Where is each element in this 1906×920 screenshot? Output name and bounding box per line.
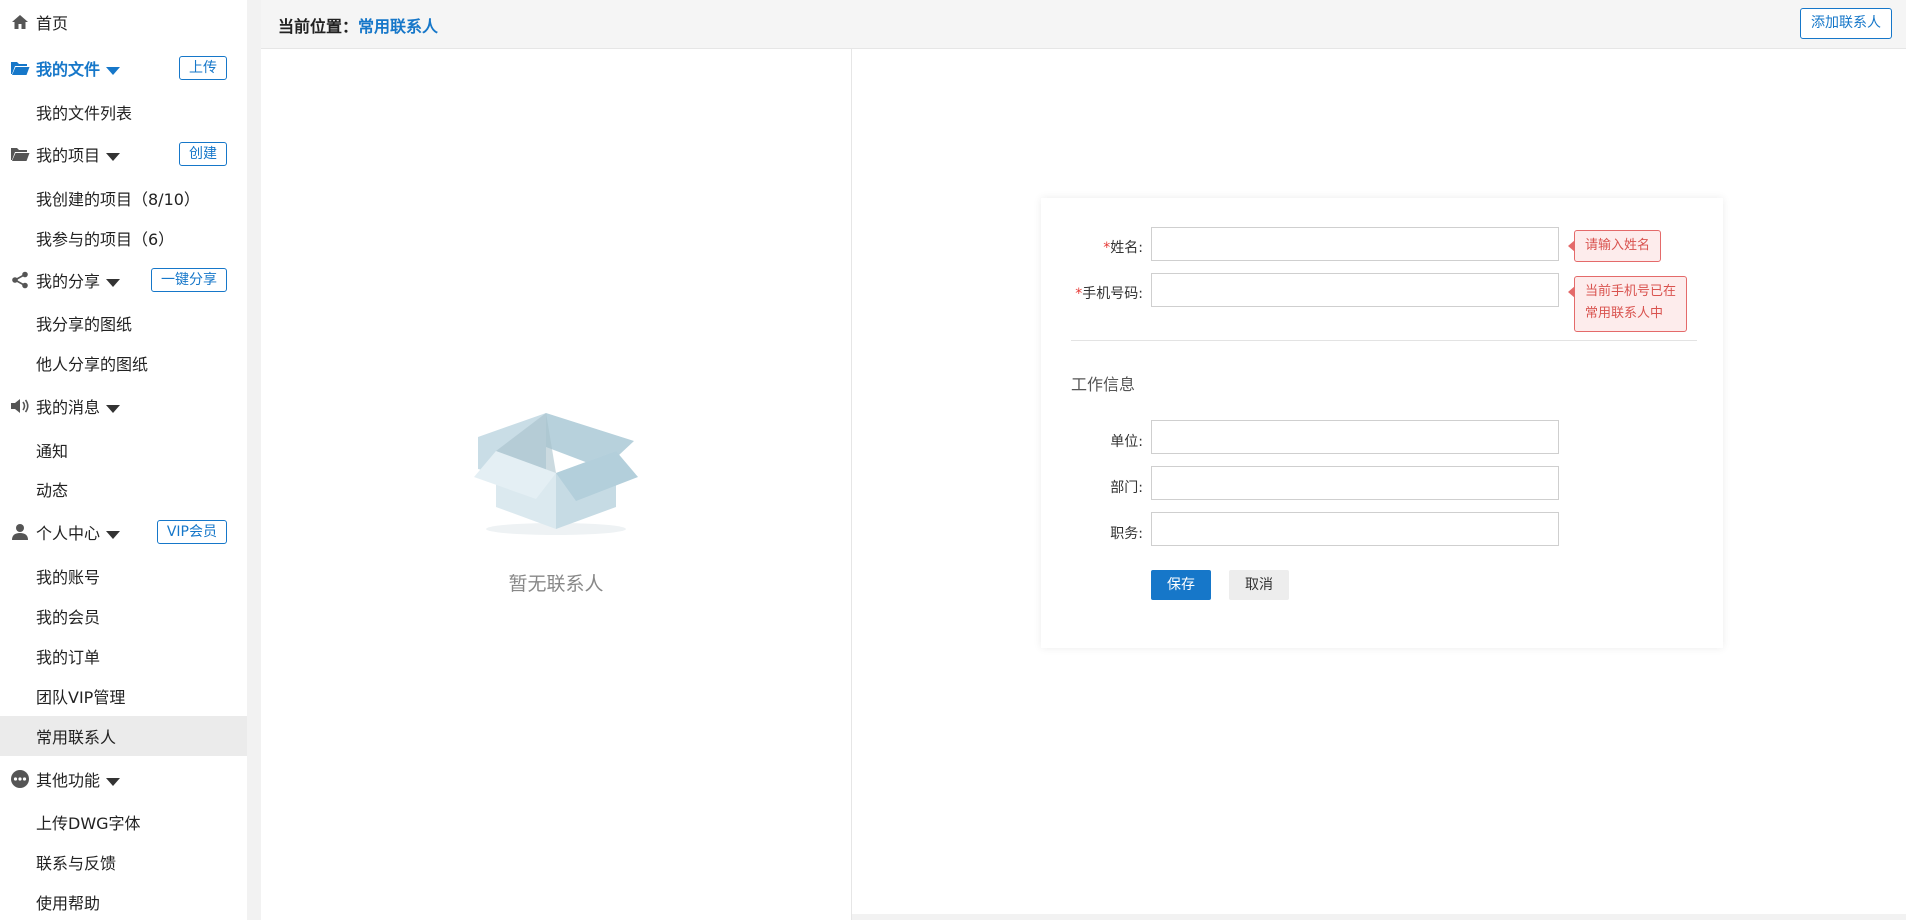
breadcrumb-current: 常用联系人 xyxy=(358,17,439,36)
chevron-down-icon xyxy=(106,66,121,75)
phone-label-text: 手机号码: xyxy=(1082,286,1143,302)
position-input[interactable] xyxy=(1151,512,1559,546)
sidebar-item-label: 使用帮助 xyxy=(36,894,101,913)
folder-open-icon xyxy=(10,144,30,164)
contact-detail-pane: *姓名: 请输入姓名 *手机号码: 当前手机号已在 常用联系人中 工作信息 单位… xyxy=(852,49,1906,914)
add-contact-button[interactable]: 添加联系人 xyxy=(1800,8,1892,39)
sidebar-item-label: 我的文件列表 xyxy=(36,104,133,123)
sidebar-section-files[interactable]: 我的文件 上传 xyxy=(0,55,247,81)
sidebar-item-label: 我的账号 xyxy=(36,568,101,587)
projects-label-text: 我的项目 xyxy=(36,146,101,165)
empty-box-icon xyxy=(474,413,638,535)
folder-open-icon xyxy=(10,58,30,78)
phone-tip-line-1: 当前手机号已在 xyxy=(1585,284,1677,299)
name-label-text: 姓名: xyxy=(1110,240,1143,256)
department-label: 部门: xyxy=(1110,480,1143,496)
sidebar-section-messages[interactable]: 我的消息 xyxy=(0,393,247,419)
chevron-down-icon xyxy=(106,152,121,161)
contact-list-pane: 暂无联系人 xyxy=(261,49,852,920)
sidebar-item-label: 上传DWG字体 xyxy=(36,814,141,833)
sidebar-label-share: 我的分享 xyxy=(36,268,121,292)
department-input[interactable] xyxy=(1151,466,1559,500)
sidebar-item-label: 我的订单 xyxy=(36,648,101,667)
company-label: 单位: xyxy=(1110,434,1143,450)
breadcrumb: 当前位置：常用联系人 xyxy=(278,13,438,37)
one-click-share-button[interactable]: 一键分享 xyxy=(151,268,227,292)
more-icon xyxy=(10,769,30,789)
company-input[interactable] xyxy=(1151,420,1559,454)
sidebar-section-share[interactable]: 我的分享 一键分享 xyxy=(0,267,247,293)
sidebar-item-joined-projects[interactable]: 我参与的项目（6） xyxy=(0,226,247,250)
form-divider xyxy=(1071,340,1697,341)
sidebar-item-my-membership[interactable]: 我的会员 xyxy=(0,604,247,628)
sidebar-item-label: 通知 xyxy=(36,442,69,461)
save-button[interactable]: 保存 xyxy=(1151,570,1211,600)
chevron-down-icon xyxy=(106,404,121,413)
sidebar-section-other[interactable]: 其他功能 xyxy=(0,766,247,792)
sidebar: 首页 我的文件 上传 我的文件列表 我的项目 创建 我创建的项目（8/10） 我… xyxy=(0,0,247,920)
sidebar-label-files: 我的文件 xyxy=(36,56,121,80)
sidebar-item-contacts[interactable]: 常用联系人 xyxy=(0,716,247,756)
sidebar-label-projects: 我的项目 xyxy=(36,142,121,166)
speaker-icon xyxy=(10,396,30,416)
sidebar-item-feedback[interactable]: 联系与反馈 xyxy=(0,850,247,874)
empty-state-text: 暂无联系人 xyxy=(508,573,604,595)
position-label: 职务: xyxy=(1110,526,1143,542)
sidebar-item-team-vip[interactable]: 团队VIP管理 xyxy=(0,684,247,708)
home-icon xyxy=(10,12,30,32)
cancel-button[interactable]: 取消 xyxy=(1229,570,1289,600)
name-error-tip: 请输入姓名 xyxy=(1567,230,1662,262)
sidebar-item-label: 我的会员 xyxy=(36,608,101,627)
phone-tip-line-2: 常用联系人中 xyxy=(1585,306,1664,321)
phone-label: *手机号码: xyxy=(1063,283,1143,303)
contact-form: *姓名: 请输入姓名 *手机号码: 当前手机号已在 常用联系人中 工作信息 单位… xyxy=(1041,198,1723,648)
chevron-down-icon xyxy=(106,777,121,786)
chevron-down-icon xyxy=(106,278,121,287)
sidebar-item-notifications[interactable]: 通知 xyxy=(0,438,247,462)
sidebar-item-label: 我创建的项目（8/10） xyxy=(36,190,200,209)
personal-label-text: 个人中心 xyxy=(36,524,101,543)
share-label-text: 我的分享 xyxy=(36,272,101,291)
phone-input[interactable] xyxy=(1151,273,1559,307)
sidebar-item-activity[interactable]: 动态 xyxy=(0,477,247,501)
messages-label-text: 我的消息 xyxy=(36,398,101,417)
share-icon xyxy=(10,270,30,290)
name-input[interactable] xyxy=(1151,227,1559,261)
chevron-down-icon xyxy=(106,530,121,539)
sidebar-item-label: 我参与的项目（6） xyxy=(36,230,175,249)
sidebar-item-label: 动态 xyxy=(36,481,69,500)
sidebar-item-label: 常用联系人 xyxy=(36,728,117,747)
vip-member-button[interactable]: VIP会员 xyxy=(156,520,227,544)
breadcrumb-prefix: 当前位置： xyxy=(278,17,359,36)
topbar: 当前位置：常用联系人 添加联系人 xyxy=(261,0,1906,49)
sidebar-item-label: 联系与反馈 xyxy=(36,854,117,873)
sidebar-item-my-account[interactable]: 我的账号 xyxy=(0,564,247,588)
name-label: *姓名: xyxy=(1063,237,1143,257)
sidebar-label-home: 首页 xyxy=(36,14,69,33)
sidebar-item-created-projects[interactable]: 我创建的项目（8/10） xyxy=(0,186,247,210)
work-info-title: 工作信息 xyxy=(1071,375,1136,394)
sidebar-item-my-orders[interactable]: 我的订单 xyxy=(0,644,247,668)
sidebar-label-other: 其他功能 xyxy=(36,767,121,791)
sidebar-item-home[interactable]: 首页 xyxy=(0,10,247,34)
sidebar-item-upload-dwg-font[interactable]: 上传DWG字体 xyxy=(0,810,247,834)
sidebar-item-label: 他人分享的图纸 xyxy=(36,355,149,374)
sidebar-item-others-shared-drawings[interactable]: 他人分享的图纸 xyxy=(0,351,247,375)
sidebar-label-personal: 个人中心 xyxy=(36,520,121,544)
other-label-text: 其他功能 xyxy=(36,771,101,790)
user-icon xyxy=(10,522,30,542)
create-project-button[interactable]: 创建 xyxy=(179,142,227,166)
sidebar-item-label: 团队VIP管理 xyxy=(36,688,126,707)
phone-error-tip: 当前手机号已在 常用联系人中 xyxy=(1567,276,1688,332)
sidebar-section-personal[interactable]: 个人中心 VIP会员 xyxy=(0,519,247,545)
files-label-text: 我的文件 xyxy=(36,60,101,79)
sidebar-item-my-file-list[interactable]: 我的文件列表 xyxy=(0,100,247,124)
sidebar-label-messages: 我的消息 xyxy=(36,394,121,418)
upload-button[interactable]: 上传 xyxy=(179,56,227,80)
sidebar-item-label: 我分享的图纸 xyxy=(36,315,133,334)
sidebar-section-projects[interactable]: 我的项目 创建 xyxy=(0,141,247,167)
sidebar-item-help[interactable]: 使用帮助 xyxy=(0,890,247,914)
sidebar-item-my-shared-drawings[interactable]: 我分享的图纸 xyxy=(0,311,247,335)
